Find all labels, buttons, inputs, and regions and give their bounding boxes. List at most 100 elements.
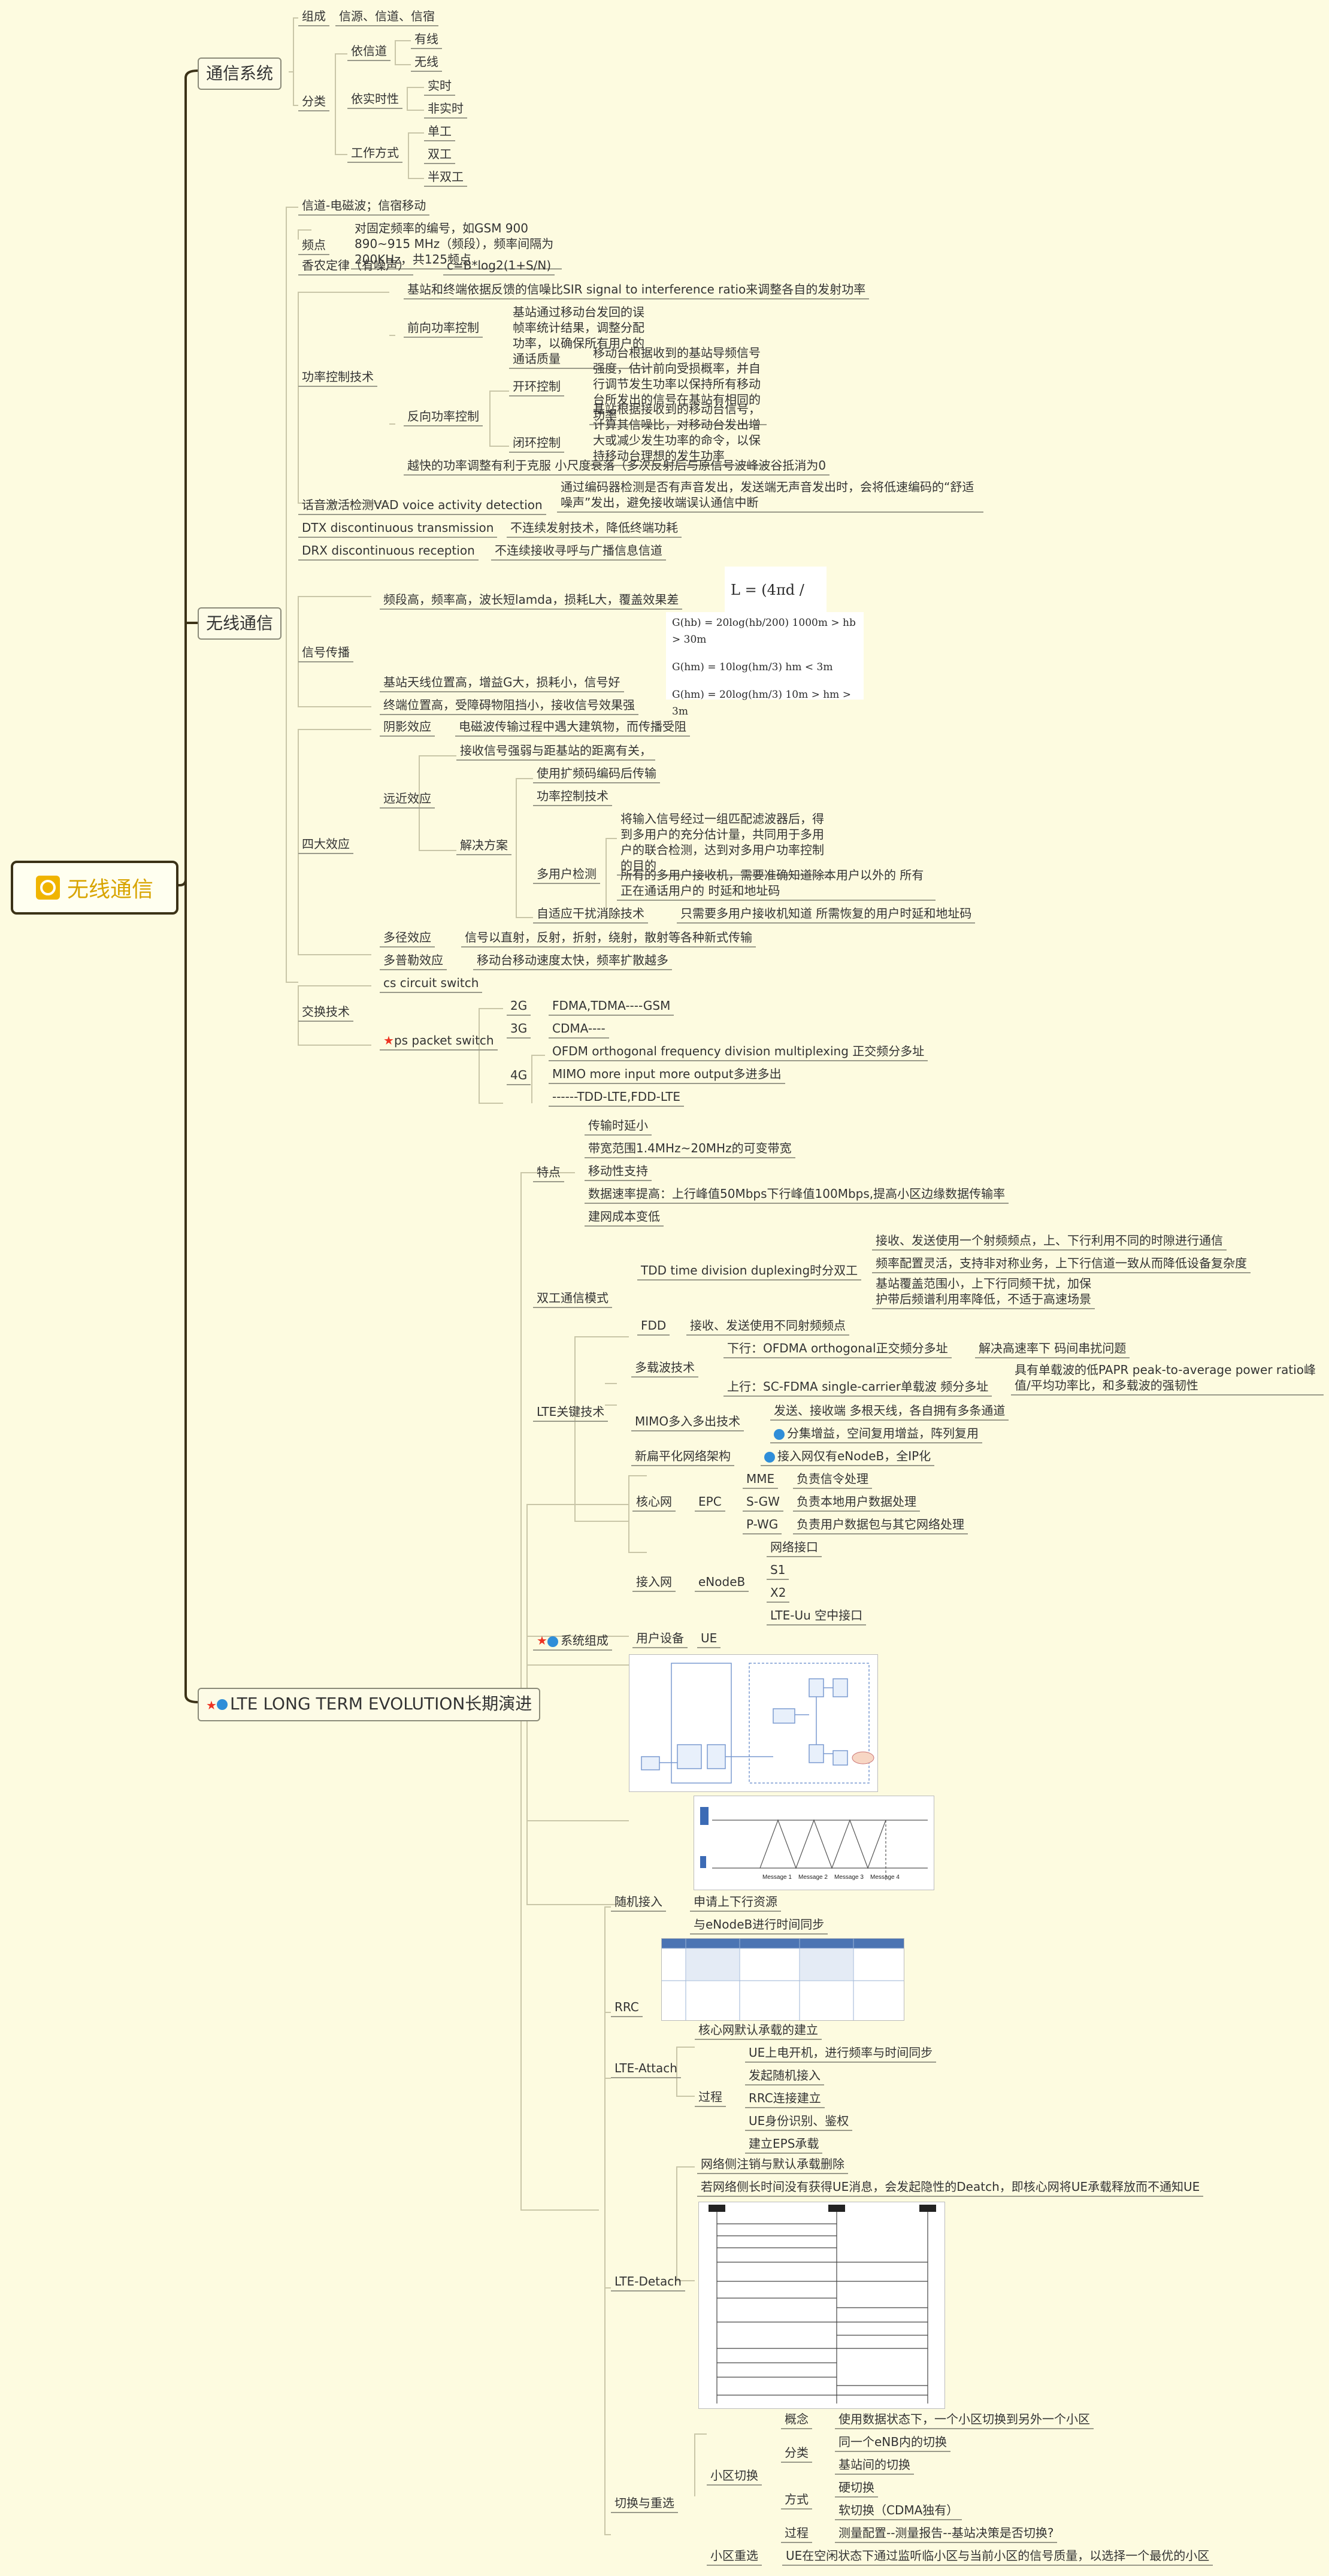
node-pgw-value[interactable]: 负责用户数据包与其它网络处理 — [793, 1516, 968, 1534]
node-tdd[interactable]: TDD time division duplexing时分双工 — [637, 1263, 862, 1281]
node-tedian-1[interactable]: 传输时延小 — [585, 1118, 652, 1136]
node-fdd-value[interactable]: 接收、发送使用不同射频频点 — [686, 1318, 849, 1336]
node-jieru[interactable]: 接入网 — [632, 1574, 676, 1592]
node-duoyonghu-2[interactable]: 所有的多用户接收机，需要准确知道除本用户以外的 所有正在通话用户的 时延和地址码 — [617, 867, 936, 901]
node-yinying[interactable]: 阴影效应 — [380, 719, 435, 737]
node-jiejue[interactable]: 解决方案 — [456, 837, 511, 855]
node-fenlei-1[interactable]: 同一个eNB内的切换 — [835, 2434, 950, 2452]
node-fangshi-1[interactable]: 硬切换 — [835, 2480, 878, 2498]
node-4g[interactable]: 4G — [507, 1067, 531, 1085]
node-ue[interactable]: UE — [697, 1630, 721, 1648]
node-dtx[interactable]: DTX discontinuous transmission — [298, 520, 498, 538]
node-xiaxing-value[interactable]: 解决高速率下 码间串扰问题 — [975, 1340, 1130, 1358]
node-banshuanggong[interactable]: 半双工 — [424, 169, 467, 187]
node-jiaohuan[interactable]: 交换技术 — [298, 1004, 353, 1022]
node-attach[interactable]: LTE-Attach — [611, 2060, 681, 2078]
node-xinbian[interactable]: 新扁平化网络架构 — [631, 1448, 734, 1466]
node-xinhao-3[interactable]: 终端位置高，受障碍物阻挡小，接收信号效果强 — [380, 697, 638, 715]
node-hexin[interactable]: 核心网 — [632, 1494, 676, 1512]
node-mimo[interactable]: MIMO多入多出技术 — [631, 1413, 744, 1431]
node-youxian[interactable]: 有线 — [411, 31, 442, 49]
node-vad-value[interactable]: 通过编码器检测是否有声音发出，发送端无声音发出时，会将低速编码的“舒适噪声”发出… — [557, 479, 983, 513]
node-gonglv-kz[interactable]: 功率控制技术 — [533, 788, 612, 806]
node-suiji[interactable]: 随机接入 — [611, 1894, 666, 1912]
node-guanjian[interactable]: LTE关键技术 — [533, 1404, 609, 1422]
node-2g-value[interactable]: FDMA,TDMA----GSM — [549, 998, 674, 1016]
node-kuopin[interactable]: 使用扩频码编码后传输 — [533, 765, 660, 783]
node-shishixing[interactable]: 依实时性 — [347, 91, 402, 109]
node-yuanjin[interactable]: 远近效应 — [380, 791, 435, 809]
node-shishi[interactable]: 实时 — [424, 78, 455, 96]
node-xinhao[interactable]: 信号传播 — [298, 644, 353, 662]
node-shangxing-value[interactable]: 具有单载波的低PAPR peak-to-average power ratio峰… — [1011, 1362, 1324, 1396]
node-duojing[interactable]: 多径效应 — [380, 930, 435, 948]
node-tdd-2[interactable]: 频率配置灵活，支持非对称业务，上下行信道一致从而降低设备复杂度 — [872, 1255, 1251, 1273]
topic-tongxin[interactable]: 通信系统 — [198, 57, 282, 90]
node-suiji-1[interactable]: 申请上下行资源 — [690, 1894, 781, 1912]
node-zishiying[interactable]: 自适应干扰消除技术 — [533, 906, 648, 924]
node-shuanggong-mode[interactable]: 双工通信模式 — [533, 1290, 612, 1308]
node-chongxuan[interactable]: 小区重选 — [707, 2548, 762, 2566]
node-tdd-1[interactable]: 接收、发送使用一个射频频点，上、下行利用不同的时隙进行通信 — [872, 1233, 1227, 1251]
node-4g-1[interactable]: OFDM orthogonal frequency division multi… — [549, 1043, 928, 1061]
node-vad[interactable]: 话音激活检测VAD voice activity detection — [298, 497, 546, 515]
node-enodeb-2[interactable]: S1 — [767, 1562, 789, 1580]
node-dtx-value[interactable]: 不连续发射技术，降低终端功耗 — [507, 520, 682, 538]
node-feishishi[interactable]: 非实时 — [424, 101, 467, 119]
node-fenlei-qh[interactable]: 分类 — [781, 2445, 812, 2463]
node-drx-value[interactable]: 不连续接收寻呼与广播信息信道 — [491, 543, 666, 561]
node-sgw[interactable]: S-GW — [743, 1494, 783, 1512]
node-pindian[interactable]: 频点 — [298, 237, 329, 255]
node-detach-2[interactable]: 若网络侧长时间没有获得UE消息，会发起隐性的Deatch，即核心网将UE承载释放… — [697, 2179, 1204, 2197]
node-3g[interactable]: 3G — [507, 1021, 531, 1039]
node-fenlei-2[interactable]: 基站间的切换 — [835, 2457, 914, 2475]
node-duopule[interactable]: 多普勒效应 — [380, 952, 447, 970]
node-zucheng[interactable]: 组成 — [298, 8, 329, 26]
node-bihuan-value[interactable]: 基站根据接收到的移动台信号，计算其信噪比，对移动台发出增大或减少发生功率的命令，… — [589, 401, 767, 466]
node-shangxing[interactable]: 上行：SC-FDMA single-carrier单载波 频分多址 — [723, 1379, 992, 1397]
node-xindao[interactable]: 依信道 — [347, 43, 390, 61]
node-xitong[interactable]: ★ 系统组成 — [533, 1633, 612, 1651]
node-sida[interactable]: 四大效应 — [298, 836, 353, 854]
node-sgw-value[interactable]: 负责本地用户数据处理 — [793, 1494, 920, 1512]
node-attach-5[interactable]: UE身份识别、鉴权 — [745, 2113, 853, 2131]
node-yuanjin-value[interactable]: 接收信号强弱与距基站的距离有关， — [456, 743, 655, 761]
node-gongzuo[interactable]: 工作方式 — [347, 145, 402, 163]
node-xindao-dianci[interactable]: 信道-电磁波；信宿移动 — [298, 198, 430, 216]
node-tdd-3[interactable]: 基站覆盖范围小，上下行同频干扰，加保护带后频谱利用率降低，不适于高速场景 — [872, 1276, 1095, 1309]
topic-wuxian[interactable]: 无线通信 — [198, 607, 282, 640]
node-kaihuan[interactable]: 开环控制 — [509, 379, 564, 396]
node-rrc[interactable]: RRC — [611, 1999, 643, 2017]
node-fangshi[interactable]: 方式 — [781, 2492, 812, 2510]
node-zucheng-value[interactable]: 信源、信道、信宿 — [335, 8, 438, 26]
node-enodeb-3[interactable]: X2 — [767, 1585, 790, 1603]
node-epc[interactable]: EPC — [695, 1494, 725, 1512]
node-attach-guocheng[interactable]: 过程 — [695, 2089, 726, 2107]
node-tedian-4[interactable]: 数据速率提高：上行峰值50Mbps下行峰值100Mbps,提高小区边缘数据传输率 — [585, 1186, 1009, 1204]
node-guocheng-qh[interactable]: 过程 — [781, 2525, 812, 2543]
node-xinhao-1[interactable]: 频段高，频率高，波长短lamda，损耗L大，覆盖效果差 — [380, 592, 683, 610]
node-guocheng-qh-value[interactable]: 测量配置--测量报告--基站决策是否切换? — [835, 2525, 1058, 2543]
node-yonghu[interactable]: 用户设备 — [632, 1630, 688, 1648]
root-topic[interactable]: 无线通信 — [11, 861, 178, 915]
node-qiehuan[interactable]: 切换与重选 — [611, 2495, 678, 2513]
node-detach[interactable]: LTE-Detach — [611, 2274, 685, 2292]
node-xiangnong-value[interactable]: c=B*log2(1+S/N) — [443, 258, 555, 276]
node-drx[interactable]: DRX discontinuous reception — [298, 543, 479, 561]
node-attach-3[interactable]: 发起随机接入 — [745, 2068, 824, 2085]
topic-lte[interactable]: ★ LTE LONG TERM EVOLUTION长期演进 — [198, 1688, 541, 1721]
node-fanxiang[interactable]: 反向功率控制 — [404, 408, 483, 426]
node-dangong[interactable]: 单工 — [424, 123, 455, 141]
node-4g-2[interactable]: MIMO more input more output多进多出 — [549, 1066, 785, 1084]
node-yuekuai[interactable]: 越快的功率调整有利于克服 小尺度衰落（多次反射后与原信号波峰波谷抵消为0 — [404, 458, 830, 476]
node-xiangnong[interactable]: 香农定律（有噪声） — [298, 258, 413, 276]
node-suiji-2[interactable]: 与eNodeB进行时间同步 — [690, 1917, 828, 1935]
node-enodeb-1[interactable]: 网络接口 — [767, 1539, 822, 1557]
node-duozaibo[interactable]: 多载波技术 — [631, 1360, 698, 1378]
node-attach-2[interactable]: UE上电开机，进行频率与时间同步 — [745, 2045, 937, 2063]
node-duojing-value[interactable]: 信号以直射，反射，折射，绕射，散射等各种新式传输 — [461, 930, 756, 948]
node-xiaxing[interactable]: 下行：OFDMA orthogonal正交频分多址 — [723, 1340, 952, 1358]
node-mimo-2[interactable]: 分集增益，空间复用增益，阵列复用 — [770, 1425, 982, 1443]
node-shuanggong[interactable]: 双工 — [424, 146, 455, 164]
node-pgw[interactable]: P-WG — [743, 1516, 782, 1534]
